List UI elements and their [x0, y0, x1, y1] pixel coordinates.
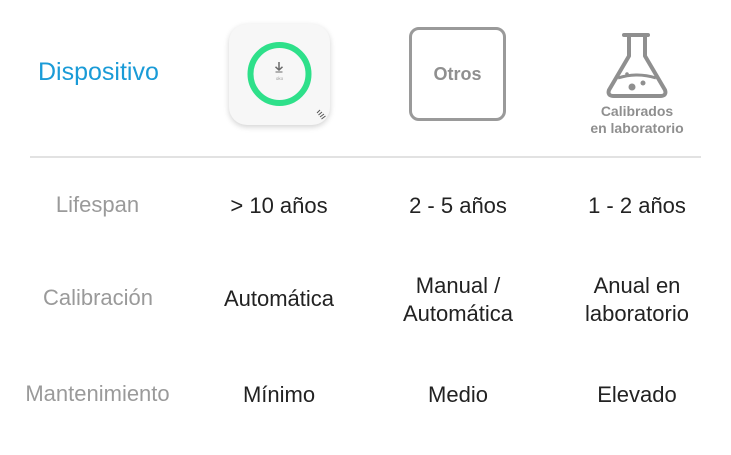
cell-lab-mantenimiento: Elevado [597, 382, 677, 407]
cell-others-mantenimiento: Medio [428, 382, 488, 407]
cell-device-mantenimiento: Mínimo [242, 382, 316, 407]
cell-lab-calibracion-line2: laboratorio [585, 301, 689, 326]
flask-icon [602, 32, 672, 100]
lab-calibrated-label: Calibrados en laboratorio [575, 103, 699, 137]
others-label: Otros [433, 63, 482, 84]
device-logo-text: oko [276, 76, 284, 81]
cell-others-lifespan: 2 - 5 años [409, 193, 507, 218]
device-card: oko [229, 24, 330, 125]
column-title-dispositivo: Dispositivo [38, 58, 159, 86]
cell-others-calibracion-line2: Automática [402, 301, 514, 326]
cell-lab-calibracion: Anual en laboratorio [557, 272, 717, 328]
cell-others-calibracion: Manual / Automática [378, 272, 538, 328]
cell-device-lifespan: > 10 años [230, 193, 328, 218]
lab-label-line1: Calibrados [600, 103, 674, 119]
cell-others-calibracion-line1: Manual / [415, 273, 501, 298]
row-label-lifespan: Lifespan [55, 192, 140, 217]
header-divider [30, 156, 701, 158]
others-box: Otros [409, 27, 506, 121]
cell-device-calibracion: Automática [223, 286, 335, 311]
lab-label-line2: en laboratorio [590, 120, 684, 136]
cell-lab-lifespan: 1 - 2 años [588, 193, 686, 218]
device-ring-icon: oko [247, 42, 326, 120]
cell-lab-calibracion-line1: Anual en [593, 273, 681, 298]
row-label-mantenimiento: Mantenimiento [25, 381, 170, 406]
row-label-calibracion: Calibración [42, 285, 154, 310]
